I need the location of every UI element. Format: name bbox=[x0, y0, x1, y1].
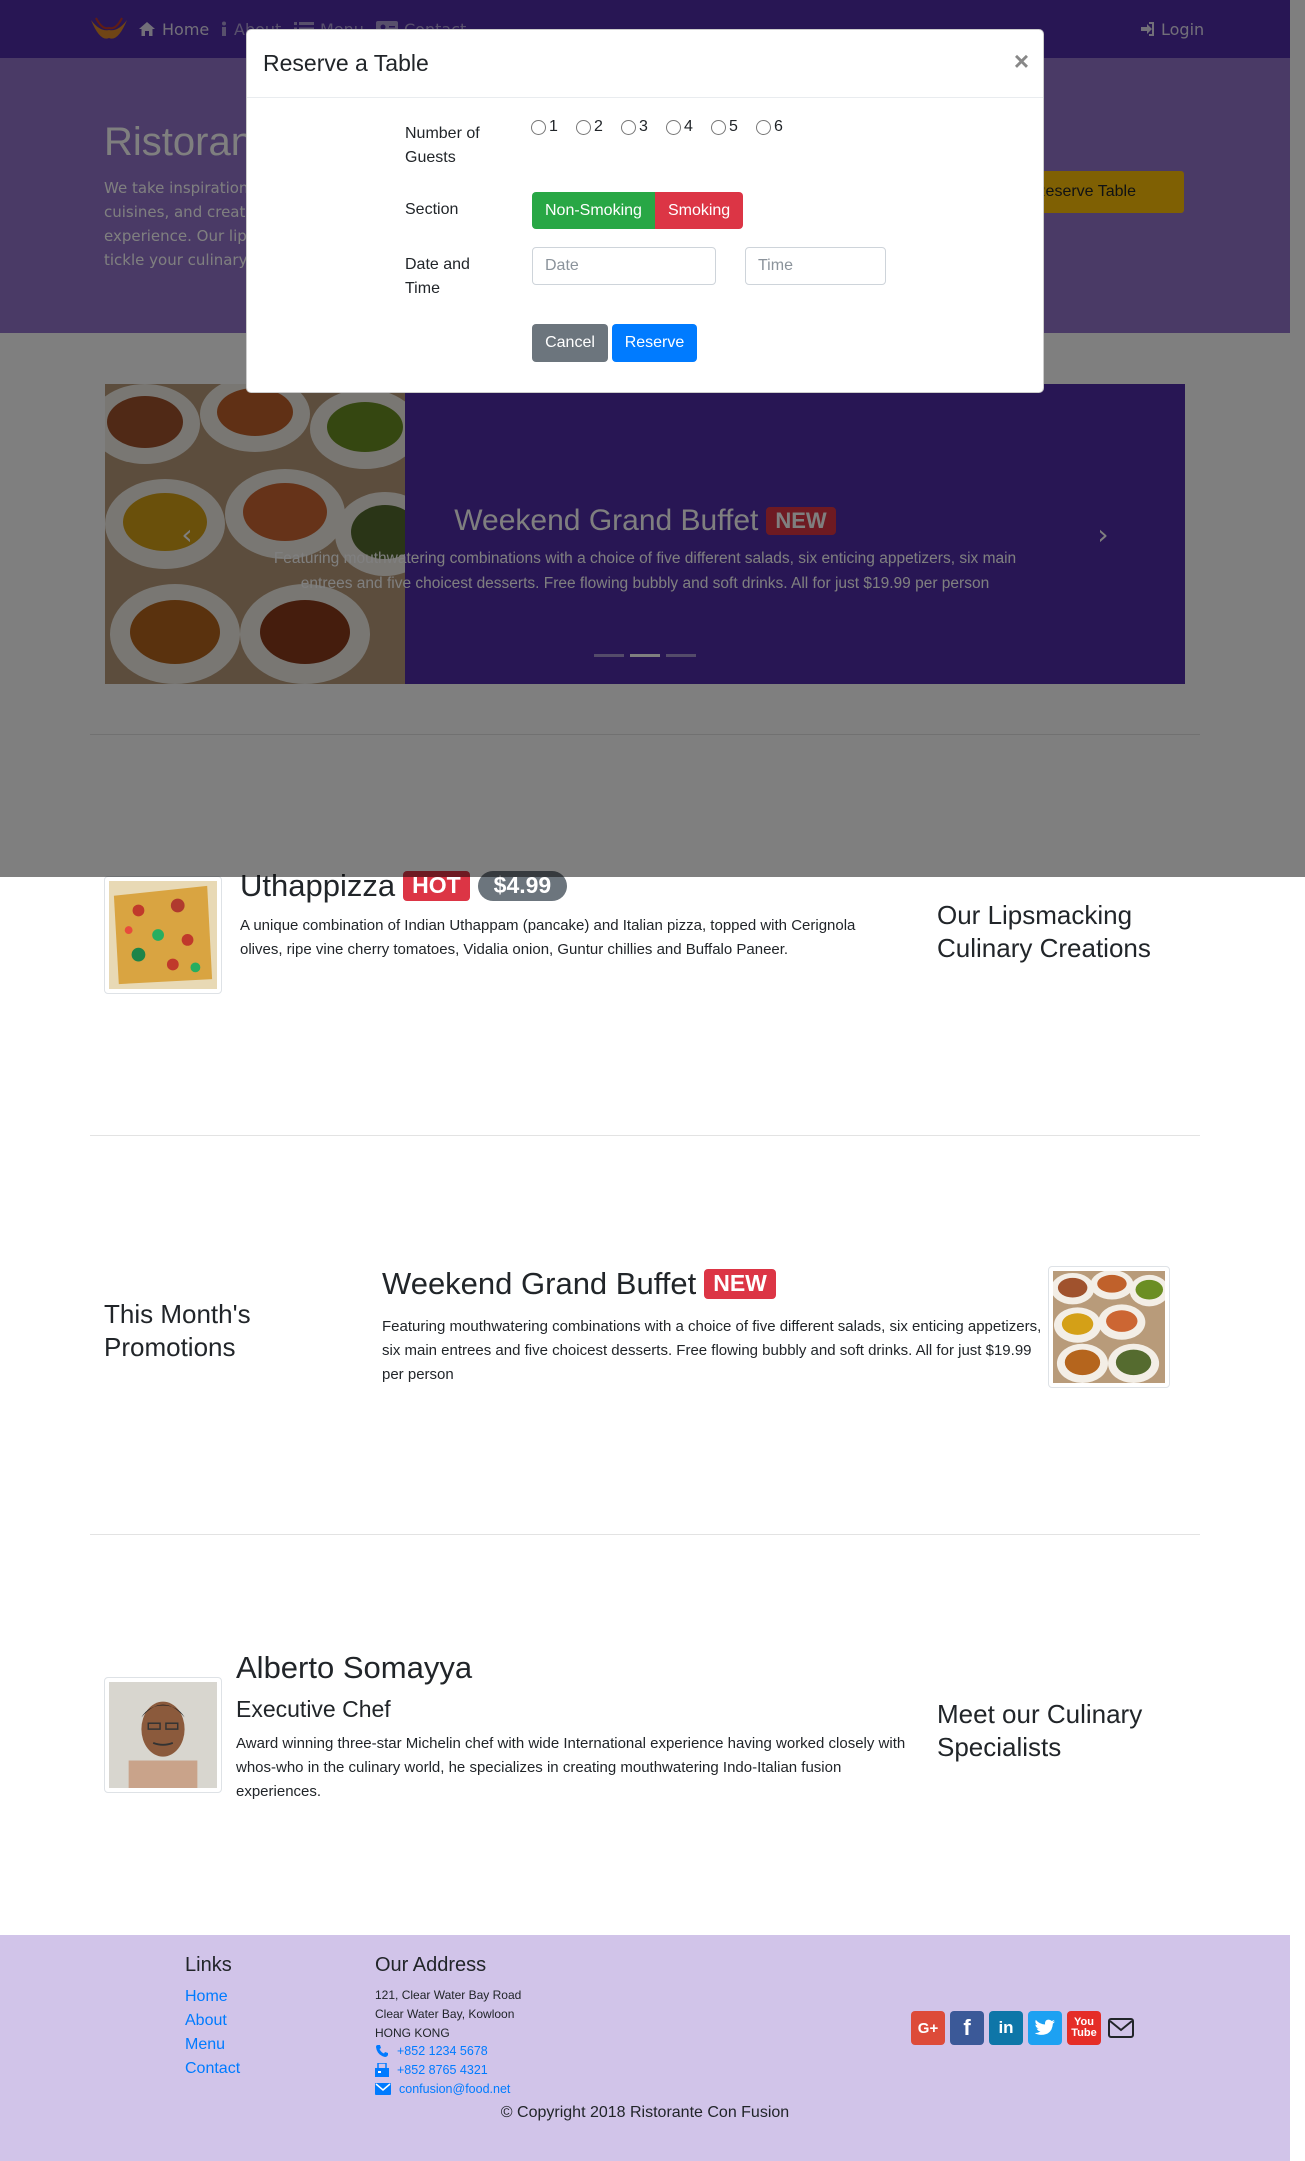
guest-radio-4[interactable]: 4 bbox=[666, 118, 693, 136]
linkedin-icon[interactable]: in bbox=[989, 2011, 1023, 2045]
reserve-table-modal: Reserve a Table × Number of Guests 1 2 3… bbox=[246, 29, 1044, 393]
phone-link[interactable]: +852 1234 5678 bbox=[375, 2044, 488, 2058]
google-plus-icon[interactable]: G+ bbox=[911, 2011, 945, 2045]
section-toggle: Non-Smoking Smoking bbox=[532, 192, 744, 229]
modal-title: Reserve a Table bbox=[263, 50, 429, 76]
dish-description: A unique combination of Indian Uthappam … bbox=[240, 917, 856, 958]
chef-title: Executive Chef bbox=[236, 1696, 391, 1722]
footer-link-home[interactable]: Home bbox=[185, 1988, 228, 2006]
address-line: HONG KONG bbox=[375, 2026, 450, 2040]
address-line: 121, Clear Water Bay Road bbox=[375, 1988, 522, 2002]
guest-radio-3[interactable]: 3 bbox=[621, 118, 648, 136]
email-address: confusion@food.net bbox=[399, 2082, 511, 2096]
footer-address-heading: Our Address bbox=[375, 1954, 487, 1976]
guest-radio-1[interactable]: 1 bbox=[531, 118, 558, 136]
guest-radio-2[interactable]: 2 bbox=[576, 118, 603, 136]
promotion-title-row: Weekend Grand Buffet NEW bbox=[382, 1266, 776, 1302]
dish-section-heading: Our Lipsmacking Culinary Creations bbox=[937, 900, 1151, 963]
copyright: © Copyright 2018 Ristorante Con Fusion bbox=[500, 2104, 790, 2121]
guests-label: Number of Guests bbox=[405, 125, 480, 166]
email-link[interactable]: confusion@food.net bbox=[375, 2082, 510, 2096]
new-badge: NEW bbox=[704, 1269, 776, 1299]
guest-radio-6[interactable]: 6 bbox=[756, 118, 783, 136]
close-icon[interactable]: × bbox=[1014, 46, 1029, 77]
chef-photo bbox=[104, 1677, 222, 1793]
divider bbox=[90, 1534, 1200, 1535]
promotion-description: Featuring mouthwatering combinations wit… bbox=[382, 1318, 1042, 1383]
modal-header: Reserve a Table × bbox=[247, 30, 1043, 98]
phone-number: +852 1234 5678 bbox=[397, 2044, 488, 2058]
phone-icon bbox=[376, 2045, 388, 2057]
fax-icon bbox=[375, 2063, 389, 2077]
chef-name: Alberto Somayya bbox=[236, 1650, 473, 1685]
divider bbox=[90, 1135, 1200, 1136]
section-label: Section bbox=[405, 201, 459, 218]
date-input[interactable] bbox=[532, 247, 716, 285]
fax-link[interactable]: +852 8765 4321 bbox=[375, 2063, 488, 2077]
footer-link-about[interactable]: About bbox=[185, 2012, 227, 2030]
promotion-section-heading: This Month's Promotions bbox=[104, 1299, 251, 1362]
footer-link-menu[interactable]: Menu bbox=[185, 2036, 225, 2054]
buffet-thumbnail bbox=[1048, 1266, 1170, 1388]
footer-links-heading: Links bbox=[185, 1954, 232, 1976]
envelope-icon[interactable] bbox=[1104, 2011, 1138, 2045]
address-line: Clear Water Bay, Kowloon bbox=[375, 2007, 515, 2021]
guest-radio-5[interactable]: 5 bbox=[711, 118, 738, 136]
chef-section-heading: Meet our Culinary Specialists bbox=[937, 1699, 1143, 1762]
uthappizza-image bbox=[104, 876, 222, 994]
reserve-button[interactable]: Reserve bbox=[612, 324, 697, 362]
datetime-label: Date and Time bbox=[405, 256, 470, 297]
non-smoking-button[interactable]: Non-Smoking bbox=[532, 192, 655, 229]
envelope-icon bbox=[375, 2083, 391, 2095]
twitter-icon[interactable] bbox=[1028, 2011, 1062, 2045]
time-input[interactable] bbox=[745, 247, 886, 285]
cancel-button[interactable]: Cancel bbox=[532, 324, 608, 362]
chef-description: Award winning three-star Michelin chef w… bbox=[236, 1735, 906, 1800]
smoking-button[interactable]: Smoking bbox=[654, 192, 744, 229]
footer-link-contact[interactable]: Contact bbox=[185, 2060, 240, 2078]
facebook-icon[interactable]: f bbox=[950, 2011, 984, 2045]
youtube-icon[interactable]: You Tube bbox=[1067, 2011, 1101, 2045]
promotion-name: Weekend Grand Buffet bbox=[382, 1266, 697, 1301]
fax-number: +852 8765 4321 bbox=[397, 2063, 488, 2077]
